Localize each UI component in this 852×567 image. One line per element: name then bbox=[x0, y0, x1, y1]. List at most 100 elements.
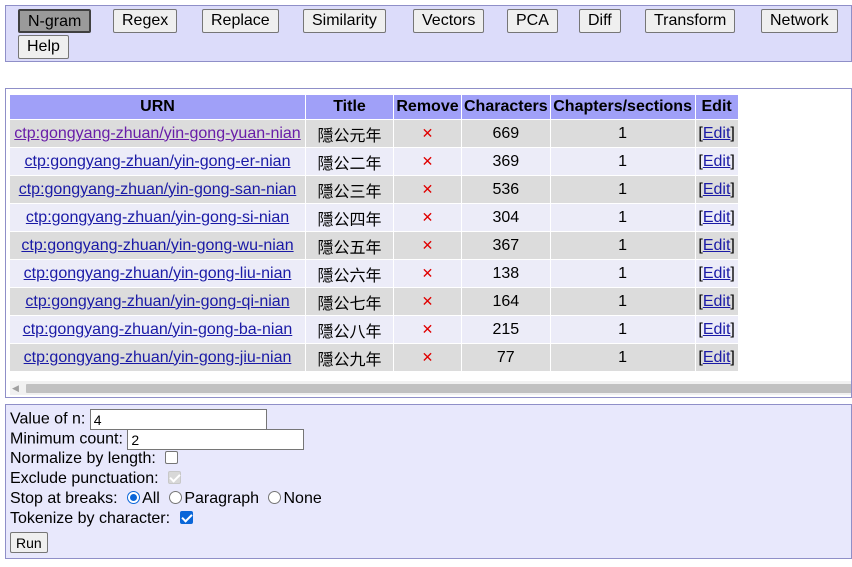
urn-cell: ctp:gongyang-zhuan/yin-gong-si-nian bbox=[10, 204, 306, 232]
n-value-input[interactable] bbox=[89, 409, 267, 430]
stop-none-label[interactable]: None bbox=[283, 490, 321, 507]
chapters-cell: 1 bbox=[550, 344, 696, 372]
tokenize-label: Tokenize by character: bbox=[10, 510, 171, 527]
characters-cell: 77 bbox=[462, 344, 551, 372]
run-button[interactable]: Run bbox=[10, 532, 48, 553]
ngram-tool-button[interactable]: N-gram bbox=[18, 9, 92, 33]
urn-link[interactable]: ctp:gongyang-zhuan/yin-gong-er-nian bbox=[25, 153, 291, 170]
replace-tool-button[interactable]: Replace bbox=[202, 9, 279, 33]
edit-link[interactable]: Edit bbox=[703, 237, 731, 254]
edit-link[interactable]: Edit bbox=[703, 153, 731, 170]
urn-link[interactable]: ctp:gongyang-zhuan/yin-gong-si-nian bbox=[26, 209, 289, 226]
remove-cell: ✕ bbox=[394, 260, 462, 288]
urn-link[interactable]: ctp:gongyang-zhuan/yin-gong-wu-nian bbox=[21, 237, 293, 254]
n-value-row: Value of n: bbox=[10, 409, 847, 430]
table-row: ctp:gongyang-zhuan/yin-gong-yuan-nian 隱公元… bbox=[10, 120, 739, 148]
exclude-punctuation-checkbox bbox=[168, 471, 181, 485]
title-cell: 隱公九年 bbox=[306, 344, 394, 372]
edit-link[interactable]: Edit bbox=[703, 349, 731, 366]
chapters-cell: 1 bbox=[550, 232, 696, 260]
stop-all-radio[interactable] bbox=[127, 491, 141, 505]
normalize-checkbox[interactable] bbox=[165, 451, 179, 465]
characters-cell: 669 bbox=[462, 120, 551, 148]
vectors-tool-button[interactable]: Vectors bbox=[413, 9, 485, 33]
min-count-input[interactable] bbox=[127, 429, 305, 450]
table-row: ctp:gongyang-zhuan/yin-gong-qi-nian 隱公七年 ✕… bbox=[10, 288, 739, 316]
table-row: ctp:gongyang-zhuan/yin-gong-wu-nian 隱公五年 ✕… bbox=[10, 232, 739, 260]
network-tool-button[interactable]: Network bbox=[761, 9, 838, 33]
remove-icon[interactable]: ✕ bbox=[422, 293, 434, 309]
urn-link[interactable]: ctp:gongyang-zhuan/yin-gong-san-nian bbox=[19, 181, 297, 198]
remove-icon[interactable]: ✕ bbox=[422, 181, 434, 197]
title-cell: 隱公元年 bbox=[306, 120, 394, 148]
remove-cell: ✕ bbox=[394, 344, 462, 372]
stop-all-label[interactable]: All bbox=[142, 490, 160, 507]
scroll-left-arrow-icon[interactable]: ◀ bbox=[12, 383, 19, 394]
chapters-cell: 1 bbox=[550, 176, 696, 204]
remove-icon[interactable]: ✕ bbox=[422, 209, 434, 225]
stop-at-breaks-row: Stop at breaks: All Paragraph None bbox=[10, 489, 847, 509]
title-cell: 隱公八年 bbox=[306, 316, 394, 344]
edit-link[interactable]: Edit bbox=[703, 265, 731, 282]
table-row: ctp:gongyang-zhuan/yin-gong-si-nian 隱公四年 ✕… bbox=[10, 204, 739, 232]
chapters-cell: 1 bbox=[550, 316, 696, 344]
edit-cell: [Edit] bbox=[695, 260, 739, 288]
table-body: ctp:gongyang-zhuan/yin-gong-yuan-nian 隱公元… bbox=[10, 120, 739, 372]
remove-icon[interactable]: ✕ bbox=[422, 321, 434, 337]
edit-cell: [Edit] bbox=[695, 288, 739, 316]
remove-cell: ✕ bbox=[394, 204, 462, 232]
table-row: ctp:gongyang-zhuan/yin-gong-ba-nian 隱公八年 ✕… bbox=[10, 316, 739, 344]
regex-tool-button[interactable]: Regex bbox=[113, 9, 178, 33]
chapters-cell: 1 bbox=[550, 288, 696, 316]
urn-link[interactable]: ctp:gongyang-zhuan/yin-gong-yuan-nian bbox=[14, 125, 300, 142]
edit-link[interactable]: Edit bbox=[703, 181, 731, 198]
header-characters: Characters bbox=[462, 95, 551, 120]
urn-link[interactable]: ctp:gongyang-zhuan/yin-gong-ba-nian bbox=[23, 321, 293, 338]
table-header-row: URN Title Remove Characters Chapters/sec… bbox=[10, 95, 739, 120]
toolbar: N-gram Regex Replace Similarity Vectors … bbox=[5, 5, 852, 62]
transform-tool-button[interactable]: Transform bbox=[645, 9, 736, 33]
urn-link[interactable]: ctp:gongyang-zhuan/yin-gong-liu-nian bbox=[24, 265, 292, 282]
stop-none-radio[interactable] bbox=[268, 491, 282, 505]
remove-cell: ✕ bbox=[394, 316, 462, 344]
pca-tool-button[interactable]: PCA bbox=[507, 9, 558, 33]
scrollbar-thumb[interactable] bbox=[26, 384, 851, 393]
text-list-panel: URN Title Remove Characters Chapters/sec… bbox=[5, 88, 852, 398]
remove-icon[interactable]: ✕ bbox=[422, 349, 434, 365]
chapters-cell: 1 bbox=[550, 204, 696, 232]
edit-link[interactable]: Edit bbox=[703, 293, 731, 310]
urn-link[interactable]: ctp:gongyang-zhuan/yin-gong-qi-nian bbox=[25, 293, 289, 310]
stop-paragraph-radio[interactable] bbox=[169, 491, 183, 505]
title-cell: 隱公七年 bbox=[306, 288, 394, 316]
similarity-tool-button[interactable]: Similarity bbox=[303, 9, 386, 33]
n-value-label: Value of n: bbox=[10, 410, 86, 428]
title-cell: 隱公四年 bbox=[306, 204, 394, 232]
characters-cell: 367 bbox=[462, 232, 551, 260]
normalize-label: Normalize by length: bbox=[10, 450, 156, 467]
remove-cell: ✕ bbox=[394, 120, 462, 148]
characters-cell: 304 bbox=[462, 204, 551, 232]
urn-cell: ctp:gongyang-zhuan/yin-gong-san-nian bbox=[10, 176, 306, 204]
stop-paragraph-label[interactable]: Paragraph bbox=[184, 490, 259, 507]
remove-icon[interactable]: ✕ bbox=[422, 265, 434, 281]
remove-icon[interactable]: ✕ bbox=[422, 237, 434, 253]
urn-cell: ctp:gongyang-zhuan/yin-gong-ba-nian bbox=[10, 316, 306, 344]
edit-link[interactable]: Edit bbox=[703, 125, 731, 142]
remove-cell: ✕ bbox=[394, 176, 462, 204]
horizontal-scrollbar[interactable]: ◀ bbox=[10, 381, 851, 395]
chapters-cell: 1 bbox=[550, 148, 696, 176]
edit-cell: [Edit] bbox=[695, 316, 739, 344]
characters-cell: 215 bbox=[462, 316, 551, 344]
urn-link[interactable]: ctp:gongyang-zhuan/yin-gong-jiu-nian bbox=[24, 349, 292, 366]
tokenize-checkbox[interactable] bbox=[179, 511, 193, 525]
help-tool-button[interactable]: Help bbox=[18, 35, 69, 59]
edit-link[interactable]: Edit bbox=[703, 321, 731, 338]
exclude-punctuation-label: Exclude punctuation: bbox=[10, 470, 159, 487]
characters-cell: 138 bbox=[462, 260, 551, 288]
remove-icon[interactable]: ✕ bbox=[422, 125, 434, 141]
stop-at-breaks-label: Stop at breaks: bbox=[10, 490, 118, 507]
diff-tool-button[interactable]: Diff bbox=[579, 9, 621, 33]
edit-link[interactable]: Edit bbox=[703, 209, 731, 226]
edit-cell: [Edit] bbox=[695, 120, 739, 148]
remove-icon[interactable]: ✕ bbox=[422, 153, 434, 169]
